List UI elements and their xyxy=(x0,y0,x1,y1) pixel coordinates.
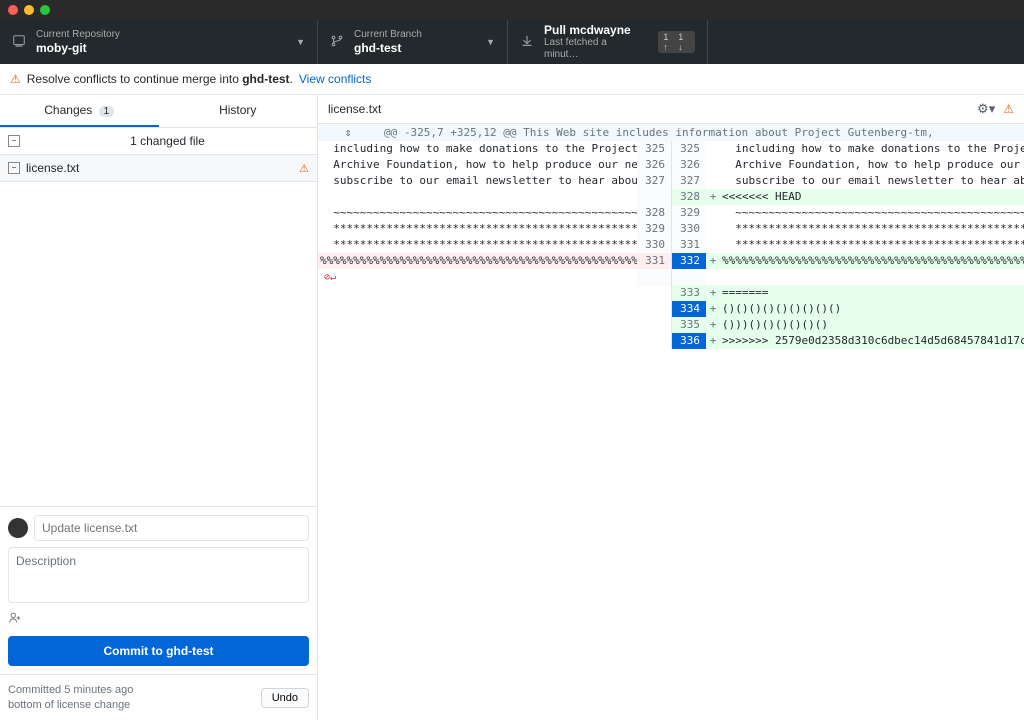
commit-summary-input[interactable] xyxy=(34,515,309,541)
sidebar-tabs: Changes 1 History xyxy=(0,95,317,128)
diff-line[interactable] xyxy=(672,269,1024,285)
commit-button[interactable]: Commit to ghd-test xyxy=(8,636,309,666)
diff-line[interactable]: 330 ************************************… xyxy=(672,221,1024,237)
diff-file-header: license.txt ⚙▾ ⚠ xyxy=(318,95,1024,124)
warning-icon: ⚠ xyxy=(299,162,309,175)
last-commit-time: Committed 5 minutes ago xyxy=(8,683,133,697)
diff-line[interactable] xyxy=(318,189,671,205)
window-titlebar xyxy=(0,0,1024,20)
pull-button[interactable]: Pull mcdwayne Last fetched a minut… 1 ↑1… xyxy=(508,20,708,64)
diff-line[interactable]: ****************************************… xyxy=(318,221,671,237)
branch-icon xyxy=(330,34,344,51)
diff-line[interactable]: ⊘↵ xyxy=(318,269,671,286)
pull-label: Pull mcdwayne xyxy=(544,23,642,37)
repo-icon xyxy=(12,34,26,51)
maximize-window-icon[interactable] xyxy=(40,5,50,15)
diff-line[interactable]: 335+()))()()()()()() xyxy=(672,317,1024,333)
diff-right-column: 325 including how to make donations to t… xyxy=(671,141,1024,349)
collapse-icon[interactable]: − xyxy=(8,135,20,147)
diff-panel: license.txt ⚙▾ ⚠ ⇕ @@ -325,7 +325,12 @@ … xyxy=(318,95,1024,720)
diff-line[interactable]: ****************************************… xyxy=(318,237,671,253)
diff-line[interactable]: 333+======= xyxy=(672,285,1024,301)
close-window-icon[interactable] xyxy=(8,5,18,15)
diff-line[interactable]: 334+()()()()()()()()() xyxy=(672,301,1024,317)
last-commit-message: bottom of license change xyxy=(8,698,133,712)
warning-icon: ⚠ xyxy=(10,72,21,86)
commit-form: Description Commit to ghd-test xyxy=(0,506,317,674)
branch-selector[interactable]: Current Branch ghd-test ▼ xyxy=(318,20,508,64)
diff-line[interactable]: %%%%%%%%%%%%%%%%%%%%%%%%%%%%%%%%%%%%%%%%… xyxy=(318,253,671,269)
diff-line[interactable]: subscribe to our email newsletter to hea… xyxy=(318,173,671,189)
diff-line[interactable]: 328+<<<<<<< HEAD xyxy=(672,189,1024,205)
sidebar: Changes 1 History − 1 changed file − lic… xyxy=(0,95,318,720)
diff-line[interactable]: 331 ************************************… xyxy=(672,237,1024,253)
changes-count: 1 xyxy=(99,106,115,117)
repo-selector[interactable]: Current Repository moby-git ▼ xyxy=(0,20,318,64)
avatar xyxy=(8,518,28,538)
view-conflicts-link[interactable]: View conflicts xyxy=(299,72,371,86)
expand-icon[interactable]: ⇕ xyxy=(318,126,378,139)
hunk-header[interactable]: ⇕ @@ -325,7 +325,12 @@ This Web site inc… xyxy=(318,124,1024,141)
tab-changes[interactable]: Changes 1 xyxy=(0,95,159,127)
gear-icon[interactable]: ⚙▾ xyxy=(977,101,995,117)
repo-label: Current Repository xyxy=(36,29,120,41)
last-commit-row: Committed 5 minutes ago bottom of licens… xyxy=(0,674,317,720)
diff-line[interactable]: 329 ~~~~~~~~~~~~~~~~~~~~~~~~~~~~~~~~~~~~… xyxy=(672,205,1024,221)
changed-files-summary[interactable]: − 1 changed file xyxy=(0,128,317,155)
pull-sublabel: Last fetched a minut… xyxy=(544,37,642,61)
file-name: license.txt xyxy=(26,161,293,175)
updown-badge: 1 ↑1 ↓ xyxy=(658,31,695,53)
minimize-window-icon[interactable] xyxy=(24,5,34,15)
branch-label: Current Branch xyxy=(354,29,422,41)
chevron-down-icon: ▼ xyxy=(486,37,495,47)
diff-line[interactable]: 326 Archive Foundation, how to help prod… xyxy=(672,157,1024,173)
diff-line[interactable]: ~~~~~~~~~~~~~~~~~~~~~~~~~~~~~~~~~~~~~~~~… xyxy=(318,205,671,221)
conflict-text: Resolve conflicts to continue merge into… xyxy=(27,72,293,86)
main-area: Changes 1 History − 1 changed file − lic… xyxy=(0,95,1024,720)
undo-button[interactable]: Undo xyxy=(261,688,309,708)
diff-line[interactable]: Archive Foundation, how to help produce … xyxy=(318,157,671,173)
tab-history[interactable]: History xyxy=(159,95,318,127)
commit-description-input[interactable]: Description xyxy=(8,547,309,603)
diff-line[interactable]: 325 including how to make donations to t… xyxy=(672,141,1024,157)
diff-line[interactable]: 336+>>>>>>> 2579e0d2358d310c6dbec14d5d68… xyxy=(672,333,1024,349)
top-toolbar: Current Repository moby-git ▼ Current Br… xyxy=(0,20,1024,64)
file-item[interactable]: − license.txt ⚠ xyxy=(0,155,317,182)
diff-line[interactable]: 332+%%%%%%%%%%%%%%%%%%%%%%%%%%%%%%%%%%%%… xyxy=(672,253,1024,269)
checkbox-icon[interactable]: − xyxy=(8,162,20,174)
diff-line[interactable]: 327 subscribe to our email newsletter to… xyxy=(672,173,1024,189)
add-coauthor-button[interactable] xyxy=(8,609,309,630)
diff-filename: license.txt xyxy=(328,102,977,116)
diff-left-column: including how to make donations to the P… xyxy=(318,141,671,349)
branch-name: ghd-test xyxy=(354,41,422,55)
download-icon xyxy=(520,34,534,51)
diff-line[interactable]: including how to make donations to the P… xyxy=(318,141,671,157)
repo-name: moby-git xyxy=(36,41,120,55)
chevron-down-icon: ▼ xyxy=(296,37,305,47)
warning-icon: ⚠ xyxy=(1003,102,1014,116)
conflict-banner: ⚠ Resolve conflicts to continue merge in… xyxy=(0,64,1024,95)
diff-view[interactable]: ⇕ @@ -325,7 +325,12 @@ This Web site inc… xyxy=(318,124,1024,720)
